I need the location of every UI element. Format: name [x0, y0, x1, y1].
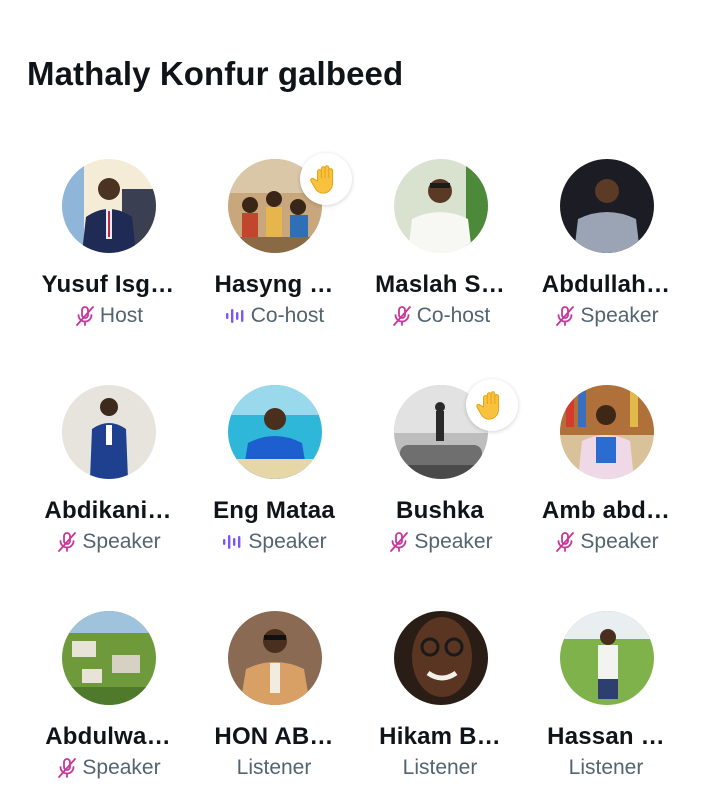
avatar[interactable] [560, 611, 654, 705]
muted-mic-icon [553, 530, 577, 554]
raised-hand-icon [300, 153, 352, 205]
participant-name: Abdulwa… [45, 723, 171, 750]
participant-9[interactable]: Abdulwa… Speaker [25, 611, 191, 796]
muted-mic-icon [387, 530, 411, 554]
role-label: Speaker [82, 530, 161, 553]
role-label: Speaker [414, 530, 493, 553]
role-label: Speaker [580, 530, 659, 553]
role-label: Listener [568, 756, 644, 779]
muted-mic-icon [55, 756, 79, 780]
role-label: Listener [236, 756, 312, 779]
participant-name: HON AB… [214, 723, 334, 750]
muted-mic-icon [553, 304, 577, 328]
role-label: Co-host [250, 304, 325, 327]
participant-3[interactable]: Maslah S… Co-host [357, 159, 523, 344]
participant-role: Speaker [523, 529, 689, 555]
role-label: Listener [402, 756, 478, 779]
participant-name: Hasyng … [214, 271, 334, 298]
participant-8[interactable]: Amb abd… Speaker [523, 385, 689, 570]
participant-role: Co-host [357, 303, 523, 329]
participant-6[interactable]: Eng Mataa Speaker [191, 385, 357, 570]
participant-name: Abdikani… [44, 497, 172, 524]
participant-5[interactable]: Abdikani… Speaker [25, 385, 191, 570]
participant-name: Amb abd… [541, 497, 671, 524]
participant-role: Speaker [191, 529, 357, 555]
role-label: Speaker [82, 756, 161, 779]
participant-role: Listener [523, 755, 689, 781]
muted-mic-icon [73, 304, 97, 328]
participant-name: Eng Mataa [213, 497, 335, 524]
participant-name: Abdullah… [541, 271, 671, 298]
muted-mic-icon [390, 304, 414, 328]
muted-mic-icon [55, 530, 79, 554]
avatar[interactable] [62, 385, 156, 479]
raised-hand-icon [466, 379, 518, 431]
participant-role: Speaker [25, 529, 191, 555]
participant-12[interactable]: Hassan … Listener [523, 611, 689, 796]
participant-name: Hikam B… [379, 723, 501, 750]
role-label: Host [99, 304, 144, 327]
avatar[interactable] [62, 159, 156, 253]
participant-role: Speaker [25, 755, 191, 781]
avatar[interactable] [228, 385, 322, 479]
role-label: Speaker [580, 304, 659, 327]
speaking-wave-icon [224, 304, 248, 328]
participant-1[interactable]: Yusuf Isg… Host [25, 159, 191, 344]
role-label: Co-host [416, 304, 491, 327]
participant-role: Co-host [191, 303, 357, 329]
avatar[interactable] [62, 611, 156, 705]
participant-7[interactable]: Bushka Speaker [357, 379, 523, 570]
avatar[interactable] [394, 611, 488, 705]
participant-10[interactable]: HON AB… Listener [191, 611, 357, 796]
participant-name: Yusuf Isg… [41, 271, 175, 298]
participant-role: Speaker [357, 529, 523, 555]
participant-role: Listener [357, 755, 523, 781]
participant-4[interactable]: Abdullah… Speaker [523, 159, 689, 344]
participant-2[interactable]: Hasyng … Co-host [191, 153, 357, 344]
avatar[interactable] [228, 611, 322, 705]
participant-name: Hassan … [547, 723, 665, 750]
speaking-wave-icon [221, 530, 245, 554]
participant-11[interactable]: Hikam B… Listener [357, 611, 523, 796]
avatar[interactable] [560, 159, 654, 253]
participants-grid: Yusuf Isg… Host Hasyng … Co-host Maslah … [0, 0, 709, 790]
participant-name: Bushka [396, 497, 484, 524]
participant-name: Maslah S… [375, 271, 505, 298]
avatar[interactable] [394, 159, 488, 253]
role-label: Speaker [248, 530, 327, 553]
participant-role: Speaker [523, 303, 689, 329]
participant-role: Host [25, 303, 191, 329]
participant-role: Listener [191, 755, 357, 781]
avatar[interactable] [560, 385, 654, 479]
